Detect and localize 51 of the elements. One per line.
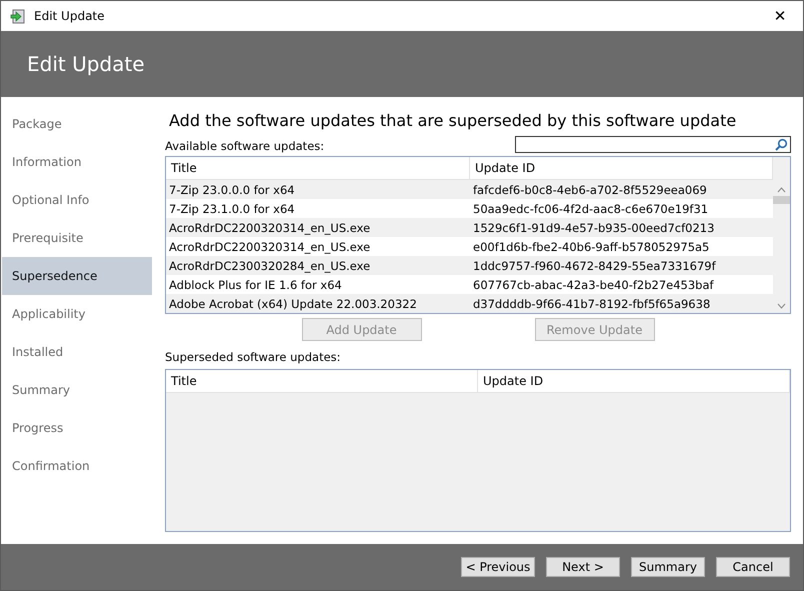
sidebar-item[interactable]: Installed <box>2 333 152 371</box>
table-cell-text: 7-Zip 23.0.0.0 for x64 <box>168 182 296 196</box>
app-icon <box>10 8 26 24</box>
table-cell-text: 7-Zip 23.1.0.0 for x64 <box>168 202 296 216</box>
footer-button[interactable]: Next > <box>546 557 620 577</box>
scroll-up-icon[interactable] <box>777 187 786 193</box>
sidebar-item[interactable]: Package <box>2 105 152 143</box>
close-button[interactable]: ✕ <box>757 1 803 31</box>
table-cell-text: d37ddddb-9f66-41b7-8192-fbf5f65a9638 <box>472 296 712 310</box>
sidebar-item[interactable]: Progress <box>2 409 152 447</box>
column-header[interactable]: Update ID <box>478 370 790 392</box>
scrollbar[interactable] <box>773 157 790 313</box>
table-cell-text: AcroRdrDC2200320314_en_US.exe <box>168 240 372 254</box>
sidebar-item[interactable]: Applicability <box>2 295 152 333</box>
table-cell-text: AcroRdrDC2200320314_en_US.exe <box>168 220 372 234</box>
table-cell-text: 607767cb-abac-42a3-be40-f2b27e453baf <box>472 278 715 292</box>
table-cell-text: 1529c6f1-91d9-4e57-b935-00eed7cf0213 <box>472 220 716 234</box>
table-row[interactable]: 7-Zip 23.1.0.0 for x64 50aa9edc-fc06-4f2d-aac8-c6e670e19f31 <box>166 199 773 218</box>
sidebar-item[interactable]: Optional Info <box>2 181 152 219</box>
table-row[interactable]: AcroRdrDC2200320314_en_US.exe 1529c6f1-91d9-4e57-b935-00eed7cf0213 <box>166 218 773 237</box>
scroll-thumb[interactable] <box>773 196 790 204</box>
table-row[interactable]: AcroRdrDC2300320284_en_US.exe 1ddc9757-f960-4672-8429-55ea7331679f <box>166 256 773 275</box>
header-title: Edit Update <box>27 52 145 76</box>
sidebar-item[interactable]: Information <box>2 143 152 181</box>
table-cell-text: 50aa9edc-fc06-4f2d-aac8-c6e670e19f31 <box>472 202 710 216</box>
scroll-down-icon[interactable] <box>777 303 786 309</box>
table-row[interactable]: 7-Zip 23.0.0.0 for x64 fafcdef6-b0c8-4eb6-a702-8f5529eea069 <box>166 180 773 199</box>
footer-button[interactable]: < Previous <box>461 557 535 577</box>
sidebar-item[interactable]: Prerequisite <box>2 219 152 257</box>
table-cell-text: fafcdef6-b0c8-4eb6-a702-8f5529eea069 <box>472 182 708 196</box>
table-row[interactable]: AcroRdrDC2200320314_en_US.exe e00f1d6b-fbe2-40b6-9aff-b578052975a5 <box>166 237 773 256</box>
table-cell-text: 1ddc9757-f960-4672-8429-55ea7331679f <box>472 258 717 272</box>
column-header[interactable]: Title <box>166 157 470 179</box>
search-field[interactable] <box>515 136 791 153</box>
table-cell-text: Adobe Acrobat (x64) Update 22.003.20322 <box>168 296 418 310</box>
table-row[interactable]: Adblock Plus for IE 1.6 for x64 607767cb-abac-42a3-be40-f2b27e453baf <box>166 275 773 294</box>
window-title: Edit Update <box>34 9 106 23</box>
column-header[interactable]: Title <box>166 370 478 392</box>
footer-button[interactable]: Summary <box>631 557 705 577</box>
sidebar-item[interactable]: Confirmation <box>2 447 152 485</box>
footer-button[interactable]: Cancel <box>716 557 790 577</box>
table-cell-text: Adblock Plus for IE 1.6 for x64 <box>168 278 343 292</box>
search-icon <box>775 138 788 151</box>
section-label: Superseded software updates: <box>165 350 341 364</box>
sidebar-item[interactable]: Summary <box>2 371 152 409</box>
sidebar-item[interactable]: Supersedence <box>2 257 152 295</box>
table-cell-text: e00f1d6b-fbe2-40b6-9aff-b578052975a5 <box>472 240 710 254</box>
table-cell-text: AcroRdrDC2300320284_en_US.exe <box>168 258 372 272</box>
section-label: Available software updates: <box>165 139 324 153</box>
page-heading: Add the software updates that are superseded by this software update <box>169 111 738 130</box>
table-row[interactable]: Adobe Acrobat (x64) Update 22.003.20322 d37ddddb-9f66-41b7-8192-fbf5f65a9638 <box>166 294 773 313</box>
